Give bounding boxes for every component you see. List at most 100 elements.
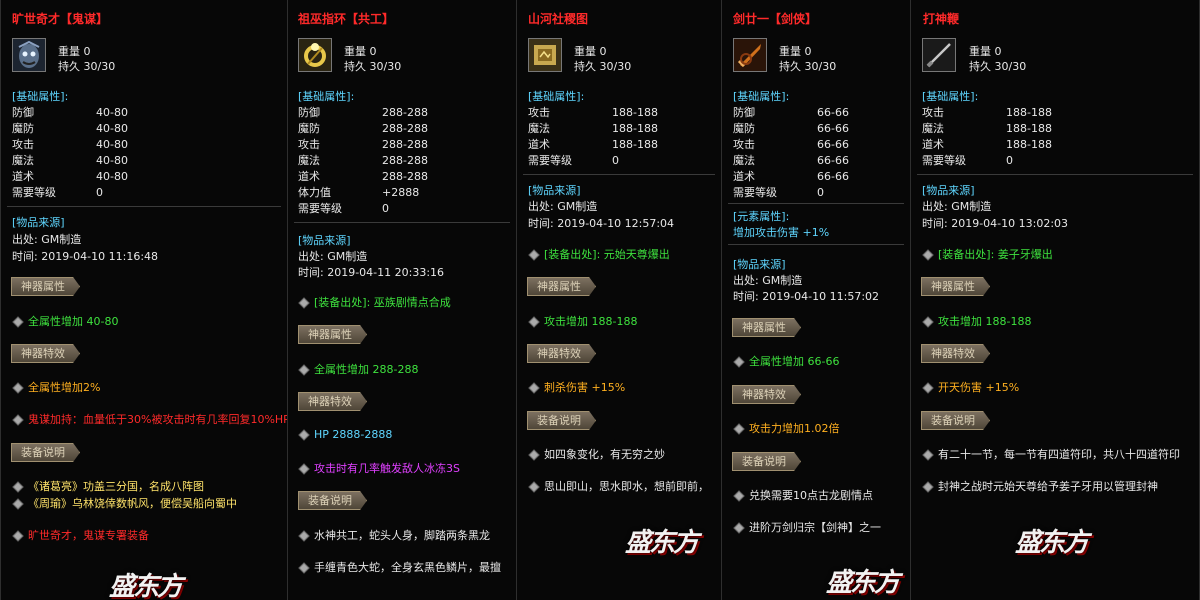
desc-line: 如四象变化，有无穷之妙: [528, 446, 665, 462]
equip-source-line: [装备出处]: 巫族剧情点合成: [298, 294, 451, 310]
effect-line: 刺杀伤害 +15%: [528, 379, 625, 395]
divider: [728, 244, 904, 245]
stat-row: 魔法 188-188: [922, 122, 1052, 135]
weight-text: 重量 0: [969, 45, 1002, 58]
divider: [294, 222, 510, 223]
stat-row: 需要等级 0: [733, 186, 824, 199]
bullet-diamond-icon: [298, 296, 310, 309]
stat-row: 体力值 +2888: [298, 186, 420, 199]
bullet-diamond-icon: [12, 480, 24, 493]
durability-text: 持久 30/30: [344, 60, 402, 73]
artifact-attr-button[interactable]: 神器属性: [921, 277, 990, 296]
divider: [917, 174, 1193, 175]
equip-desc-button[interactable]: 装备说明: [527, 411, 596, 430]
artifact-attr-button[interactable]: 神器属性: [298, 325, 367, 344]
item-title: 打神鞭: [923, 12, 960, 26]
attr-line: 攻击增加 188-188: [528, 313, 637, 329]
origin-text: 出处: GM制造: [298, 250, 368, 263]
desc-line: 水神共工，蛇头人身，脚踏两条黑龙: [298, 527, 490, 543]
base-attr-header: [基础属性]:: [298, 90, 355, 103]
item-tooltip-jianxia: 剑廿一【剑侠】 重量 0 持久 30/30 [基础属性]: 防御 66-66 魔防…: [721, 0, 911, 600]
element-line: 增加攻击伤害 +1%: [733, 226, 830, 239]
bullet-diamond-icon: [528, 448, 540, 461]
stat-row: 需要等级 0: [922, 154, 1013, 167]
artifact-effect-button[interactable]: 神器特效: [921, 344, 990, 363]
bullet-diamond-icon: [733, 422, 745, 435]
artifact-effect-button[interactable]: 神器特效: [732, 385, 801, 404]
bullet-diamond-icon: [298, 561, 310, 574]
stat-row: 攻击 40-80: [12, 138, 128, 151]
bullet-diamond-icon: [733, 521, 745, 534]
artifact-effect-button[interactable]: 神器特效: [298, 392, 367, 411]
item-title: 祖巫指环【共工】: [298, 12, 395, 26]
stat-row: 防御 66-66: [733, 106, 849, 119]
desc-line: 进阶万剑归宗【剑神】之一: [733, 519, 881, 535]
bronze-sword-icon: [733, 38, 767, 72]
bullet-diamond-icon: [298, 428, 310, 441]
artifact-attr-button[interactable]: 神器属性: [732, 318, 801, 337]
source-header: [物品来源]: [733, 258, 786, 271]
gold-ring-icon: [298, 38, 332, 72]
source-header: [物品来源]: [298, 234, 351, 247]
game-logo: 盛东方: [1015, 528, 1089, 558]
source-header: [物品来源]: [528, 184, 581, 197]
bullet-diamond-icon: [733, 355, 745, 368]
item-tooltip-gonggong: 祖巫指环【共工】 重量 0 持久 30/30 [基础属性]: 防御 288-288…: [287, 0, 517, 600]
attr-line: 全属性增加 288-288: [298, 361, 418, 377]
effect-line: 攻击力增加1.02倍: [733, 420, 840, 436]
element-header: [元素属性]:: [733, 210, 790, 223]
bullet-diamond-icon: [12, 381, 24, 394]
stat-row: 攻击 188-188: [922, 106, 1052, 119]
base-attr-header: [基础属性]:: [12, 90, 69, 103]
time-text: 时间: 2019-04-11 20:33:16: [298, 266, 445, 279]
bullet-diamond-icon: [528, 480, 540, 493]
equip-desc-button[interactable]: 装备说明: [921, 411, 990, 430]
equip-desc-button[interactable]: 装备说明: [298, 491, 367, 510]
stat-row: 道术 188-188: [528, 138, 658, 151]
effect-line: 开天伤害 +15%: [922, 379, 1019, 395]
effect-line: 攻击时有几率触发敌人冰冻3S: [298, 460, 460, 476]
item-tooltip-dashenbian: 打神鞭 重量 0 持久 30/30 [基础属性]: 攻击 188-188 魔法 18…: [910, 0, 1200, 600]
bullet-diamond-icon: [12, 413, 24, 426]
bullet-diamond-icon: [12, 497, 24, 510]
effect-line: 鬼谋加持：血量低于30%被攻击时有几率回复10%HP: [12, 411, 287, 427]
time-text: 时间: 2019-04-10 13:02:03: [922, 217, 1069, 230]
stat-row: 防御 40-80: [12, 106, 128, 119]
stat-row: 魔防 40-80: [12, 122, 128, 135]
stat-row: 魔法 40-80: [12, 154, 128, 167]
divider: [7, 206, 281, 207]
desc-line: 封神之战时元始天尊给予姜子牙用以管理封神: [922, 478, 1158, 494]
bullet-diamond-icon: [12, 315, 24, 328]
weight-text: 重量 0: [344, 45, 377, 58]
equip-source-line: [装备出处]: 元始天尊爆出: [528, 246, 670, 262]
durability-text: 持久 30/30: [779, 60, 837, 73]
equip-desc-button[interactable]: 装备说明: [732, 452, 801, 471]
weight-text: 重量 0: [574, 45, 607, 58]
origin-text: 出处: GM制造: [733, 274, 803, 287]
artifact-attr-button[interactable]: 神器属性: [11, 277, 80, 296]
game-logo: 盛东方: [109, 572, 183, 600]
time-text: 时间: 2019-04-10 12:57:04: [528, 217, 675, 230]
desc-line: 手缠青色大蛇，全身玄黑色鳞片，最擅: [298, 559, 501, 575]
bullet-diamond-icon: [528, 248, 540, 261]
desc-line: 旷世奇才，鬼谋专署装备: [12, 527, 149, 543]
game-logo: 盛东方: [826, 568, 900, 598]
stat-row: 魔防 288-288: [298, 122, 428, 135]
attr-line: 攻击增加 188-188: [922, 313, 1031, 329]
artifact-effect-button[interactable]: 神器特效: [11, 344, 80, 363]
equip-desc-button[interactable]: 装备说明: [11, 443, 80, 462]
item-tooltip-shanhe: 山河社稷图 重量 0 持久 30/30 [基础属性]: 攻击 188-188 魔法…: [516, 0, 722, 600]
desc-line: 《周瑜》乌林饶倖数帆风，便偿吴船向蜀中: [12, 495, 237, 511]
time-text: 时间: 2019-04-10 11:57:02: [733, 290, 880, 303]
artifact-effect-button[interactable]: 神器特效: [527, 344, 596, 363]
artifact-attr-button[interactable]: 神器属性: [527, 277, 596, 296]
bullet-diamond-icon: [922, 381, 934, 394]
base-attr-header: [基础属性]:: [733, 90, 790, 103]
item-tooltip-guimou: 旷世奇才【鬼谋】 重量 0 持久 30/30 [基础属性]: 防御 40-80 魔…: [0, 0, 288, 600]
stat-row: 攻击 188-188: [528, 106, 658, 119]
weight-text: 重量 0: [58, 45, 91, 58]
equip-source-line: [装备出处]: 姜子牙爆出: [922, 246, 1053, 262]
item-title: 剑廿一【剑侠】: [733, 12, 818, 26]
bullet-diamond-icon: [528, 381, 540, 394]
stat-row: 攻击 288-288: [298, 138, 428, 151]
